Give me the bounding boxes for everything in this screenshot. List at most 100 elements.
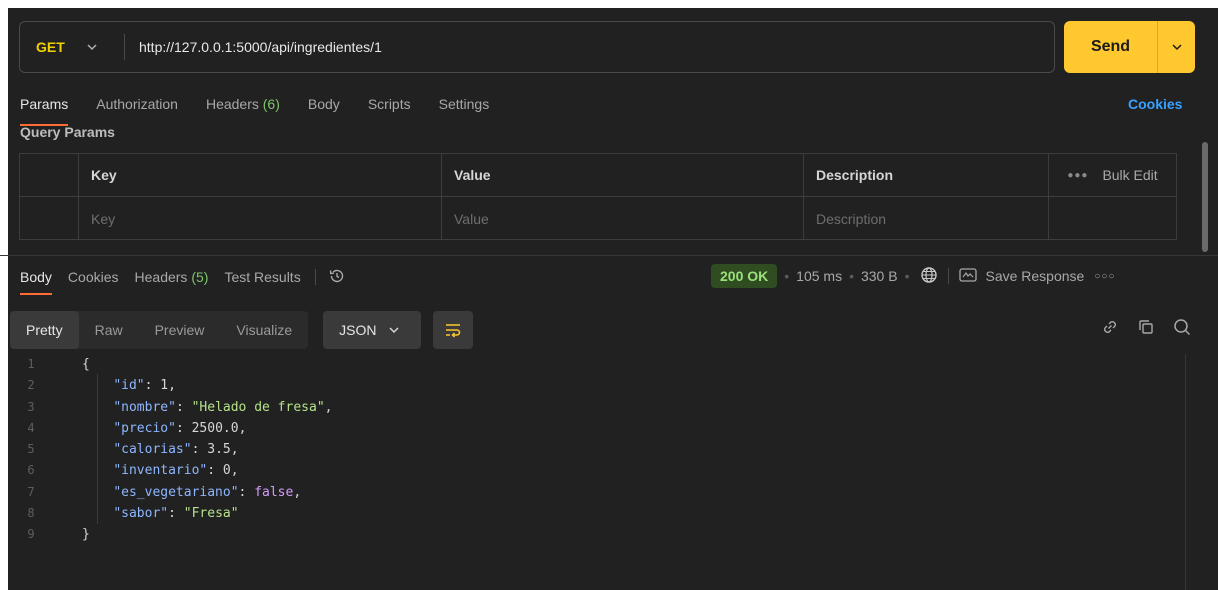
- request-bar-divider: [124, 34, 125, 60]
- meta-separator: •: [904, 268, 910, 284]
- more-icon[interactable]: ●●●: [1067, 170, 1088, 181]
- query-params-table: Key Value Description ●●● Bulk Edit Key …: [19, 153, 1177, 240]
- json-token: "precio": [113, 420, 176, 436]
- meta-separator: •: [849, 268, 854, 284]
- indent-guide: [97, 374, 98, 524]
- response-body-editor[interactable]: 1{2 "id": 1, 3 "nombre": "Helado de fresa…: [10, 354, 1180, 554]
- tab-authorization[interactable]: Authorization: [96, 96, 178, 118]
- line-number: 2: [27, 378, 35, 393]
- code-line: 5 "calorias": 3.5,: [10, 439, 1180, 460]
- tab-scripts[interactable]: Scripts: [368, 96, 411, 118]
- pane-divider[interactable]: [0, 255, 1218, 256]
- headers-count: (6): [262, 96, 280, 112]
- window-top-edge: [0, 0, 1218, 8]
- code-text: "calorias": 3.5,: [52, 439, 239, 460]
- json-token: ,: [230, 442, 239, 458]
- json-token: "nombre": [113, 399, 176, 415]
- tab-response-body[interactable]: Body: [20, 269, 52, 295]
- copy-icon[interactable]: [1120, 317, 1156, 340]
- line-number: 7: [27, 484, 35, 499]
- tab-settings[interactable]: Settings: [439, 96, 490, 118]
- tab-response-cookies[interactable]: Cookies: [68, 269, 119, 285]
- tabs-divider: [314, 269, 316, 285]
- code-text: "sabor": "Fresa": [52, 503, 239, 524]
- search-icon[interactable]: [1156, 317, 1192, 340]
- description-input[interactable]: Description: [804, 197, 1049, 240]
- json-token: "sabor": [113, 506, 169, 522]
- line-number: 4: [27, 420, 35, 435]
- tab-preview[interactable]: Preview: [139, 311, 221, 349]
- response-headers-count: (5): [191, 269, 209, 285]
- tab-pretty[interactable]: Pretty: [10, 311, 79, 349]
- tab-visualize[interactable]: Visualize: [220, 311, 308, 349]
- format-select-value: JSON: [339, 322, 377, 338]
- line-number: 3: [27, 399, 35, 414]
- json-token: ,: [324, 399, 333, 415]
- json-token: ,: [168, 378, 176, 394]
- editor-scrollbar-track[interactable]: [1185, 354, 1186, 590]
- bulk-edit-label: Bulk Edit: [1102, 167, 1158, 183]
- request-bar: GET http://127.0.0.1:5000/api/ingredient…: [19, 21, 1055, 73]
- value-input[interactable]: Value: [442, 197, 804, 240]
- code-line: 4 "precio": 2500.0,: [10, 418, 1180, 439]
- code-line: 3 "nombre": "Helado de fresa",: [10, 397, 1180, 418]
- json-token: "Fresa": [183, 506, 239, 522]
- wrap-lines-icon: [446, 324, 461, 338]
- bulk-edit-button[interactable]: ●●● Bulk Edit: [1049, 154, 1176, 196]
- code-text: "precio": 2500.0,: [52, 418, 246, 439]
- chevron-down-icon: [388, 323, 399, 337]
- more-icon[interactable]: ○○○: [1094, 271, 1115, 282]
- globe-icon[interactable]: [916, 266, 942, 287]
- send-options-chevron-icon[interactable]: [1158, 40, 1195, 54]
- row-checkbox-cell: [20, 197, 79, 240]
- save-response-button[interactable]: Save Response: [985, 268, 1084, 284]
- tab-headers[interactable]: Headers (6): [206, 96, 280, 118]
- url-input[interactable]: http://127.0.0.1:5000/api/ingredientes/1: [139, 39, 382, 55]
- wrap-lines-button[interactable]: [433, 311, 474, 349]
- query-params-title: Query Params: [20, 124, 115, 140]
- line-number: 5: [27, 442, 35, 457]
- send-button[interactable]: Send: [1064, 21, 1157, 73]
- link-icon[interactable]: [1084, 317, 1120, 340]
- json-token: ,: [230, 463, 239, 479]
- table-row: Key Value Description: [20, 197, 1176, 240]
- history-icon[interactable]: [328, 267, 346, 288]
- method-select[interactable]: GET: [20, 39, 80, 55]
- code-line: 8 "sabor": "Fresa": [10, 503, 1180, 524]
- chevron-down-icon[interactable]: [80, 40, 104, 54]
- json-token: ,: [293, 484, 302, 500]
- save-response-icon[interactable]: [959, 267, 985, 285]
- tab-test-results[interactable]: Test Results: [224, 269, 300, 285]
- request-tabs: Params Authorization Headers (6) Body Sc…: [20, 96, 517, 126]
- tab-params[interactable]: Params: [20, 96, 69, 126]
- json-token: "id": [113, 378, 145, 394]
- tab-response-headers[interactable]: Headers (5): [135, 269, 209, 285]
- tab-raw[interactable]: Raw: [79, 311, 139, 349]
- response-time[interactable]: 105 ms: [796, 268, 842, 284]
- code-line: 6 "inventario": 0,: [10, 460, 1180, 481]
- code-line: 1{: [10, 354, 1180, 375]
- json-token: :: [207, 463, 223, 479]
- request-pane-scrollbar[interactable]: [1202, 142, 1208, 252]
- line-number: 8: [27, 506, 35, 521]
- status-badge[interactable]: 200 OK: [711, 264, 778, 288]
- json-token: false: [254, 484, 294, 500]
- json-token: :: [175, 399, 192, 415]
- cookies-link[interactable]: Cookies: [1128, 96, 1182, 112]
- tab-body[interactable]: Body: [308, 96, 340, 118]
- json-token: }: [82, 527, 90, 543]
- line-number: 1: [27, 357, 35, 371]
- json-token: {: [82, 357, 90, 372]
- code-line: 9}: [10, 524, 1180, 545]
- json-token: 0: [222, 463, 231, 479]
- code-text: {: [52, 354, 90, 375]
- line-number: 9: [27, 527, 35, 542]
- response-meta: 200 OK • 105 ms • 330 B • Save Response …: [711, 262, 1115, 290]
- format-select[interactable]: JSON: [323, 311, 422, 349]
- response-size[interactable]: 330 B: [861, 268, 898, 284]
- code-text: "id": 1,: [52, 375, 176, 396]
- json-token: "es_vegetariano": [113, 484, 239, 500]
- json-token: :: [175, 420, 192, 436]
- json-token: "Helado de fresa": [191, 399, 325, 415]
- key-input[interactable]: Key: [79, 197, 442, 240]
